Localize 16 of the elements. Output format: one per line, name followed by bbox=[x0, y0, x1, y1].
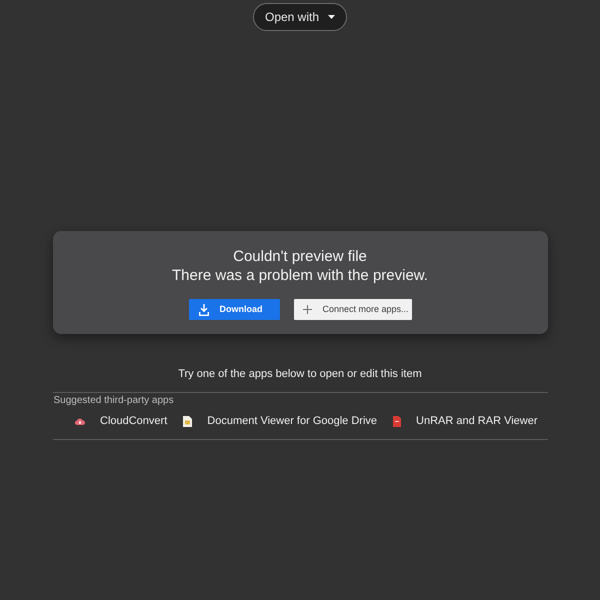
cloud-icon bbox=[75, 418, 85, 424]
app-link[interactable]: CloudConvert bbox=[100, 412, 168, 430]
error-message: There was a problem with the preview. bbox=[172, 266, 428, 285]
caret-icon bbox=[328, 15, 336, 19]
document-icon bbox=[183, 416, 192, 426]
app-link[interactable]: Document Viewer for Google Drive bbox=[207, 412, 378, 430]
download-icon bbox=[198, 304, 208, 316]
download-button[interactable]: Download bbox=[188, 299, 280, 320]
connect-apps-button[interactable]: Connect more apps... bbox=[294, 299, 412, 320]
open-with-button[interactable]: Open with bbox=[252, 3, 348, 31]
file-icon bbox=[393, 416, 402, 426]
plus-icon bbox=[302, 305, 312, 314]
section-heading: Suggested third-party apps bbox=[54, 394, 175, 408]
app-link[interactable]: UnRAR and RAR Viewer bbox=[416, 412, 538, 430]
hint-text: Try one of the apps below to open or edit this item bbox=[178, 367, 422, 381]
error-title: Couldn't preview file bbox=[233, 247, 367, 266]
